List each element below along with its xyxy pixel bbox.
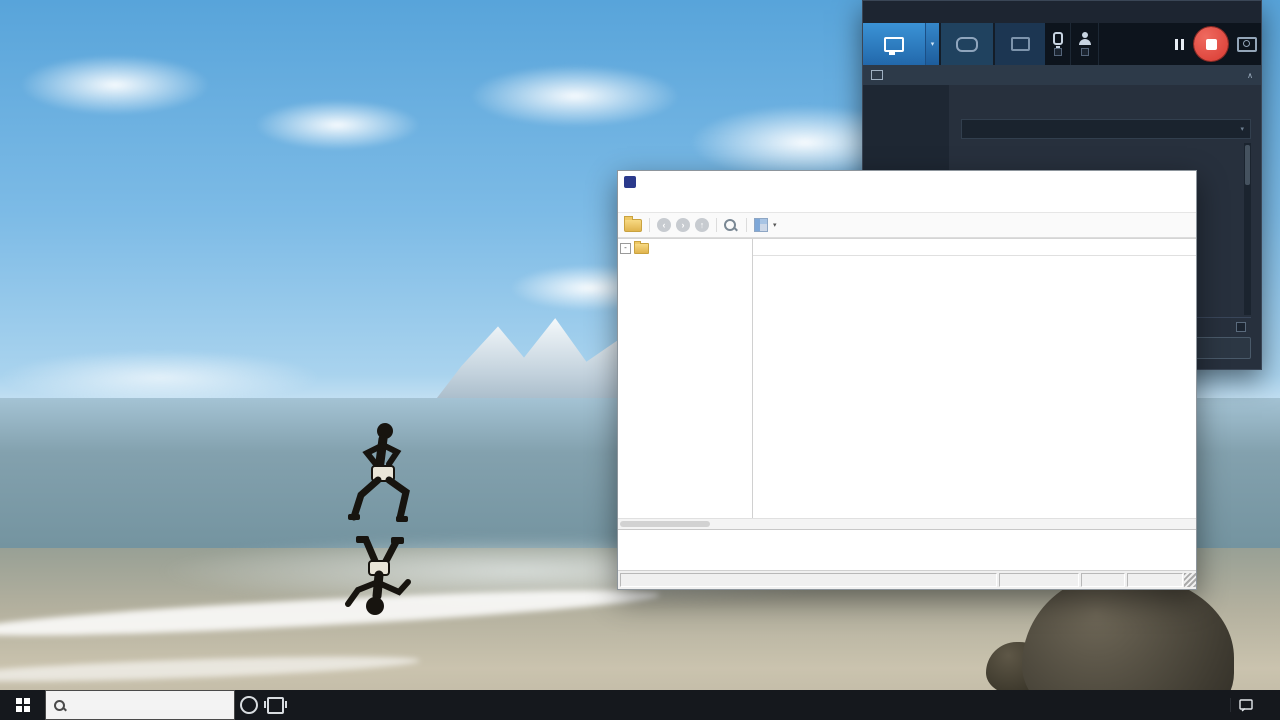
monitor-icon xyxy=(884,36,904,55)
gcfscape-window: ‹ › ↑ ▾ - xyxy=(617,170,1197,590)
taskbar-search[interactable] xyxy=(45,690,235,720)
horizontal-scrollbar[interactable] xyxy=(618,518,1196,529)
open-file-icon[interactable] xyxy=(624,215,642,232)
pause-button[interactable] xyxy=(1169,23,1189,65)
forward-icon[interactable]: › xyxy=(676,218,690,232)
path-caret-icon[interactable]: ▾ xyxy=(1240,125,1244,133)
bandicam-titlebar[interactable] xyxy=(863,1,1261,23)
runner-sticker-1 xyxy=(348,423,410,522)
file-list-scrollbar[interactable] xyxy=(1244,143,1251,315)
task-view-icon xyxy=(264,696,287,714)
cortana-button[interactable] xyxy=(235,690,262,720)
status-vpk-version xyxy=(1081,573,1125,587)
tree-item-root[interactable]: - xyxy=(620,241,750,255)
hscroll-thumb[interactable] xyxy=(620,521,710,527)
sort-checkbox[interactable] xyxy=(1236,322,1246,332)
action-center-button[interactable] xyxy=(1230,698,1261,712)
microphone-icon xyxy=(1052,32,1063,48)
gcfscape-toolbar: ‹ › ↑ ▾ xyxy=(618,213,1196,238)
task-view-button[interactable] xyxy=(262,690,289,720)
stop-icon xyxy=(1205,38,1217,50)
start-button[interactable] xyxy=(0,690,45,720)
game-recording-tab[interactable] xyxy=(941,23,993,65)
status-file-size xyxy=(999,573,1079,587)
device-recording-tab[interactable] xyxy=(995,23,1045,65)
capture-target-bar[interactable]: ∧ xyxy=(863,65,1261,85)
gcfscape-main: - xyxy=(618,238,1196,519)
gcfscape-list-pane xyxy=(753,239,1196,519)
gcfscape-statusbar xyxy=(618,570,1196,589)
stop-record-area xyxy=(1189,23,1233,65)
search-input[interactable] xyxy=(71,698,215,712)
microphone-toggle[interactable] xyxy=(1045,23,1070,65)
stop-record-button[interactable] xyxy=(1194,27,1228,61)
screen-mode-caret[interactable]: ▾ xyxy=(925,23,939,65)
device-icon xyxy=(1010,37,1030,51)
gcfscape-column-headers xyxy=(753,239,1196,256)
webcam-checkbox[interactable] xyxy=(1080,48,1089,56)
view-mode-icon[interactable] xyxy=(754,218,768,232)
screenshot-button[interactable] xyxy=(1233,23,1261,65)
gamepad-icon xyxy=(956,36,978,52)
gcfscape-titlebar[interactable] xyxy=(618,171,1196,193)
gcfscape-menubar xyxy=(618,193,1196,213)
gcfscape-app-icon xyxy=(624,176,636,188)
folder-icon xyxy=(634,241,649,254)
cortana-icon xyxy=(239,696,258,714)
scrollbar-thumb[interactable] xyxy=(1245,145,1250,185)
output-path-bar[interactable]: ▾ xyxy=(961,119,1251,139)
bandicam-tabs xyxy=(961,91,1251,115)
collapse-icon[interactable]: ∧ xyxy=(1247,71,1253,80)
webcam-icon xyxy=(1078,32,1091,45)
collapse-expand-icon[interactable]: - xyxy=(620,243,631,254)
windows-logo-icon xyxy=(15,698,30,712)
desktop-icons xyxy=(4,4,620,668)
gcfscape-tree: - xyxy=(618,239,753,519)
view-caret-icon[interactable]: ▾ xyxy=(773,221,777,229)
screen-recording-tab[interactable] xyxy=(863,23,925,65)
camera-icon xyxy=(1237,36,1257,52)
system-tray xyxy=(1213,690,1280,720)
status-item-count xyxy=(1127,573,1183,587)
runner-sticker-2 xyxy=(345,536,411,615)
webcam-toggle[interactable] xyxy=(1070,23,1098,65)
bandicam-record-toolbar: ▾ xyxy=(863,23,1261,65)
resize-grip[interactable] xyxy=(1184,573,1196,587)
up-icon[interactable]: ↑ xyxy=(695,218,709,232)
search-icon xyxy=(54,699,65,711)
microphone-checkbox[interactable] xyxy=(1053,48,1062,56)
status-file-path xyxy=(620,573,997,587)
search-icon[interactable] xyxy=(724,219,736,231)
record-timer-block xyxy=(1098,23,1169,65)
display-icon xyxy=(871,70,883,80)
back-icon[interactable]: ‹ xyxy=(657,218,671,232)
gcfscape-console xyxy=(618,529,1196,571)
action-center-icon xyxy=(1239,699,1253,712)
taskbar xyxy=(0,690,1280,720)
